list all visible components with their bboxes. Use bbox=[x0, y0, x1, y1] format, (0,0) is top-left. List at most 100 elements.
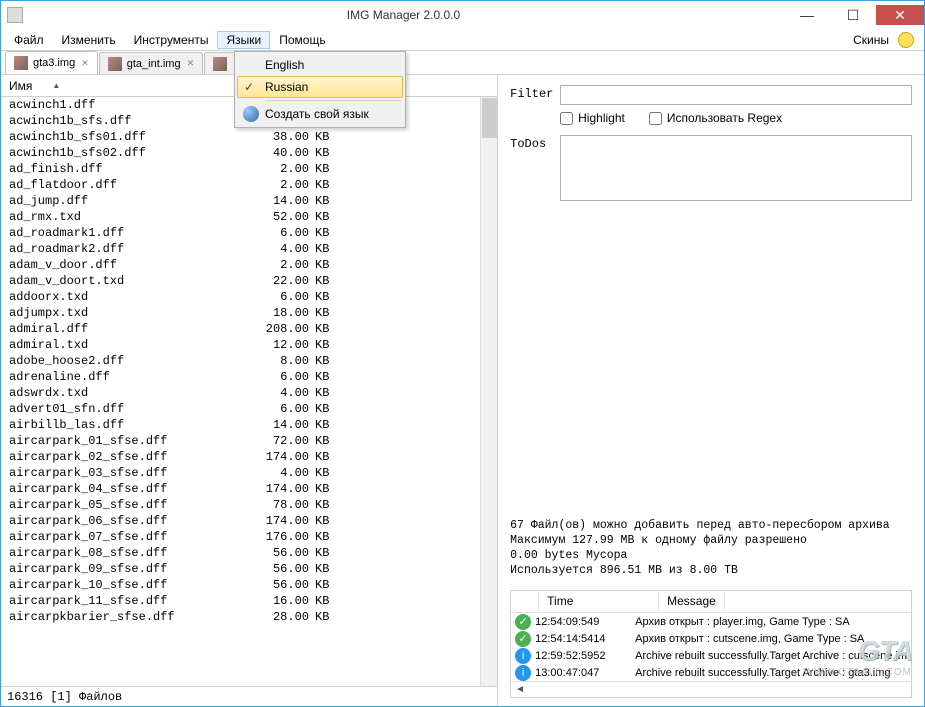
file-row[interactable]: airbillb_las.dff14.00KB bbox=[1, 417, 497, 433]
file-name: ad_roadmark2.dff bbox=[9, 242, 239, 256]
file-name: aircarpark_05_sfse.dff bbox=[9, 498, 239, 512]
maximize-button[interactable]: ☐ bbox=[830, 5, 876, 25]
file-row[interactable]: aircarpkbarier_sfse.dff28.00KB bbox=[1, 609, 497, 625]
file-name: aircarpark_10_sfse.dff bbox=[9, 578, 239, 592]
file-name: adrenaline.dff bbox=[9, 370, 239, 384]
file-size: 174.00 bbox=[239, 482, 309, 496]
todos-label: ToDos bbox=[510, 135, 560, 151]
file-size: 12.00 bbox=[239, 338, 309, 352]
file-row[interactable]: acwinch1b_sfs02.dff40.00KB bbox=[1, 145, 497, 161]
file-row[interactable]: ad_rmx.txd52.00 KB bbox=[1, 209, 497, 225]
file-row[interactable]: aircarpark_11_sfse.dff16.00KB bbox=[1, 593, 497, 609]
scrollbar-thumb[interactable] bbox=[482, 98, 497, 138]
file-row[interactable]: admiral.dff208.00KB bbox=[1, 321, 497, 337]
file-row[interactable]: aircarpark_04_sfse.dff174.00KB bbox=[1, 481, 497, 497]
menu-edit[interactable]: Изменить bbox=[53, 31, 125, 49]
file-row[interactable]: adswrdx.txd4.00KB bbox=[1, 385, 497, 401]
file-size: 176.00 bbox=[239, 530, 309, 544]
file-unit: KB bbox=[315, 338, 339, 352]
file-size: 52.00 bbox=[239, 210, 309, 224]
file-row[interactable]: aircarpark_01_sfse.dff72.00KB bbox=[1, 433, 497, 449]
file-row[interactable]: aircarpark_09_sfse.dff56.00KB bbox=[1, 561, 497, 577]
file-row[interactable]: adobe_hoose2.dff8.00KB bbox=[1, 353, 497, 369]
file-name: ad_rmx.txd bbox=[9, 210, 239, 224]
menu-file[interactable]: Файл bbox=[5, 31, 53, 49]
menu-skins[interactable]: Скины bbox=[844, 31, 898, 49]
file-row[interactable]: adam_v_door.dff2.00KB bbox=[1, 257, 497, 273]
file-name: acwinch1b_sfs.dff bbox=[9, 114, 239, 128]
log-col-message[interactable]: Message bbox=[659, 591, 725, 612]
minimize-button[interactable]: — bbox=[784, 5, 830, 25]
file-unit: KB bbox=[315, 402, 339, 416]
lang-create[interactable]: Создать свой язык bbox=[237, 103, 403, 125]
file-size: 8.00 bbox=[239, 354, 309, 368]
file-row[interactable]: ad_roadmark1.dff6.00KB bbox=[1, 225, 497, 241]
file-row[interactable]: adjumpx.txd18.00KB bbox=[1, 305, 497, 321]
log-panel: Time Message ✓12:54:09:549Архив открыт :… bbox=[510, 590, 912, 698]
file-unit: KB bbox=[315, 226, 339, 240]
file-row[interactable]: aircarpark_07_sfse.dff176.00KB bbox=[1, 529, 497, 545]
file-size: 6.00 bbox=[239, 370, 309, 384]
file-row[interactable]: aircarpark_03_sfse.dff4.00KB bbox=[1, 465, 497, 481]
file-row[interactable]: ad_jump.dff14.00KB bbox=[1, 193, 497, 209]
log-scroll-left[interactable]: ◄ bbox=[511, 681, 911, 697]
menu-bar: Файл Изменить Инструменты Языки Помощь С… bbox=[1, 29, 924, 51]
file-unit: KB bbox=[315, 386, 339, 400]
file-row[interactable]: addoorx.txd6.00KB bbox=[1, 289, 497, 305]
file-row[interactable]: adrenaline.dff6.00 KB bbox=[1, 369, 497, 385]
file-size: 56.00 bbox=[239, 562, 309, 576]
log-time: 12:54:14:5414 bbox=[535, 633, 635, 645]
file-size: 2.00 bbox=[239, 162, 309, 176]
file-row[interactable]: aircarpark_02_sfse.dff174.00KB bbox=[1, 449, 497, 465]
lang-english[interactable]: English bbox=[237, 54, 403, 76]
file-row[interactable]: ad_finish.dff2.00KB bbox=[1, 161, 497, 177]
smiley-icon[interactable] bbox=[898, 32, 914, 48]
log-row[interactable]: i12:59:52:5952Archive rebuilt successful… bbox=[511, 647, 911, 664]
file-row[interactable]: ad_flatdoor.dff2.00KB bbox=[1, 177, 497, 193]
tab-close-icon[interactable]: ✕ bbox=[187, 58, 195, 69]
log-row[interactable]: ✓12:54:09:549Архив открыт : player.img, … bbox=[511, 613, 911, 630]
log-header: Time Message bbox=[511, 591, 911, 613]
log-body[interactable]: ✓12:54:09:549Архив открыт : player.img, … bbox=[511, 613, 911, 681]
log-row[interactable]: i13:00:47:047Archive rebuilt successfull… bbox=[511, 664, 911, 681]
file-row[interactable]: ad_roadmark2.dff4.00KB bbox=[1, 241, 497, 257]
todos-textarea[interactable] bbox=[560, 135, 912, 201]
info-icon: i bbox=[515, 648, 531, 664]
file-unit: KB bbox=[315, 370, 339, 384]
regex-checkbox[interactable]: Использовать Regex bbox=[649, 111, 782, 125]
tab-1[interactable]: gta_int.img✕ bbox=[99, 52, 203, 74]
file-unit: KB bbox=[315, 210, 339, 224]
filter-input[interactable] bbox=[560, 85, 912, 105]
close-button[interactable]: ✕ bbox=[876, 5, 924, 25]
log-col-time[interactable]: Time bbox=[539, 591, 659, 612]
file-size: 40.00 bbox=[239, 146, 309, 160]
file-name: acwinch1b_sfs02.dff bbox=[9, 146, 239, 160]
log-row[interactable]: ✓12:54:14:5414Архив открыт : cutscene.im… bbox=[511, 630, 911, 647]
file-size: 14.00 bbox=[239, 194, 309, 208]
file-unit: KB bbox=[315, 594, 339, 608]
file-unit: KB bbox=[315, 290, 339, 304]
app-icon bbox=[7, 7, 23, 23]
file-unit: KB bbox=[315, 242, 339, 256]
file-row[interactable]: acwinch1b_sfs01.dff38.00KB bbox=[1, 129, 497, 145]
tab-0[interactable]: gta3.img✕ bbox=[5, 51, 98, 74]
file-name: acwinch1b_sfs01.dff bbox=[9, 130, 239, 144]
file-size: 6.00 bbox=[239, 290, 309, 304]
lang-russian[interactable]: ✓Russian bbox=[237, 76, 403, 98]
menu-tools[interactable]: Инструменты bbox=[125, 31, 218, 49]
file-size: 56.00 bbox=[239, 546, 309, 560]
file-row[interactable]: aircarpark_05_sfse.dff78.00KB bbox=[1, 497, 497, 513]
file-row[interactable]: aircarpark_06_sfse.dff174.00KB bbox=[1, 513, 497, 529]
file-row[interactable]: aircarpark_08_sfse.dff56.00KB bbox=[1, 545, 497, 561]
file-row[interactable]: advert01_sfn.dff6.00KB bbox=[1, 401, 497, 417]
file-row[interactable]: adam_v_doort.txd22.00KB bbox=[1, 273, 497, 289]
file-size: 4.00 bbox=[239, 466, 309, 480]
vertical-scrollbar[interactable] bbox=[480, 97, 497, 686]
file-row[interactable]: aircarpark_10_sfse.dff56.00KB bbox=[1, 577, 497, 593]
highlight-checkbox[interactable]: Highlight bbox=[560, 111, 625, 125]
menu-help[interactable]: Помощь bbox=[270, 31, 334, 49]
file-list[interactable]: acwinch1.dffacwinch1b_sfs.dff42.00KBacwi… bbox=[1, 97, 497, 686]
file-row[interactable]: admiral.txd12.00KB bbox=[1, 337, 497, 353]
menu-languages[interactable]: Языки bbox=[217, 31, 270, 49]
tab-close-icon[interactable]: ✕ bbox=[81, 58, 89, 69]
